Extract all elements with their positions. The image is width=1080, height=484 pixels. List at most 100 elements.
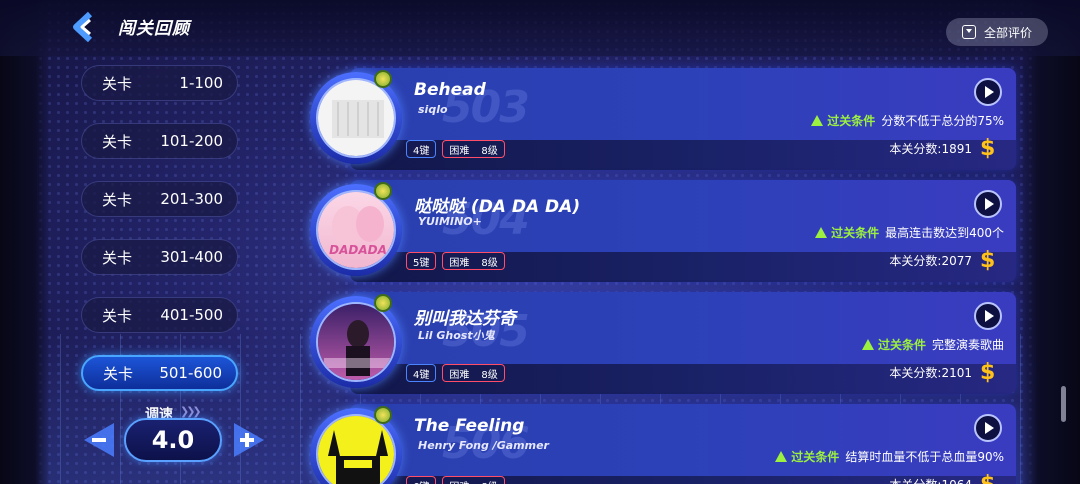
song-tags: 4键 困难 8级 <box>406 364 505 382</box>
plus-arrow-icon <box>234 423 264 457</box>
song-artist: YUIMINO+ <box>418 215 482 228</box>
difficulty-tag: 困难 8级 <box>442 140 505 158</box>
difficulty-tag: 困难 8级 <box>442 476 505 484</box>
speed-value: 4.0 <box>151 426 195 454</box>
level-text: 8级 <box>481 257 498 269</box>
right-edge-shade <box>1020 0 1080 484</box>
level-score: 本关分数:1064 <box>889 476 972 484</box>
album-cover: DADADA <box>316 190 396 270</box>
range-tab-301-400[interactable]: 关卡 301-400 <box>81 239 238 275</box>
level-score: 本关分数:2077 <box>889 254 972 268</box>
medal-icon <box>374 406 392 424</box>
page-title: 闯关回顾 <box>118 19 190 39</box>
difficulty-text: 困难 <box>449 478 469 484</box>
range-label: 关卡 <box>102 74 133 93</box>
album-cover <box>316 414 396 484</box>
range-label: 关卡 <box>102 190 133 209</box>
song-title: The Feeling <box>414 416 525 436</box>
song-card[interactable]: 505 别叫我达芬奇 Lil Ghost小鬼 过关条件 完整演奏歌曲 4键 困难… <box>310 292 1016 394</box>
left-edge-shade <box>0 0 50 484</box>
pass-condition: 过关条件 分数不低于总分的75% <box>811 112 1004 129</box>
warning-icon <box>775 451 788 462</box>
condition-text: 结算时血量不低于总血量90% <box>845 450 1004 464</box>
range-value: 201-300 <box>160 190 223 208</box>
play-button[interactable] <box>974 302 1002 330</box>
range-value: 1-100 <box>179 74 223 92</box>
range-label: 关卡 <box>102 248 133 267</box>
keys-tag: 5键 <box>406 252 437 270</box>
coin-icon: $ <box>980 474 1002 484</box>
keys-tag: 4键 <box>406 140 437 158</box>
album-cover <box>316 302 396 382</box>
difficulty-text: 困难 <box>449 369 470 381</box>
pass-condition: 过关条件 最高连击数达到400个 <box>815 224 1004 241</box>
keys-tag: 6键 <box>406 476 437 484</box>
range-label: 关卡 <box>102 132 133 151</box>
range-tab-101-200[interactable]: 关卡 101-200 <box>81 123 238 159</box>
play-button[interactable] <box>974 78 1002 106</box>
range-tab-201-300[interactable]: 关卡 201-300 <box>81 181 238 217</box>
coin-icon: $ <box>980 136 996 161</box>
song-card[interactable]: 503 Behead siqlo 过关条件 分数不低于总分的75% 4键 困难 8… <box>310 68 1016 170</box>
condition-text: 分数不低于总分的75% <box>881 114 1004 128</box>
back-button[interactable] <box>68 10 102 44</box>
condition-label-wrap: 过关条件 <box>815 224 879 241</box>
condition-label: 过关条件 <box>827 114 876 128</box>
range-tab-401-500[interactable]: 关卡 401-500 <box>81 297 238 333</box>
scrollbar[interactable] <box>1061 386 1066 422</box>
range-label: 关卡 <box>103 364 134 383</box>
condition-label-wrap: 过关条件 <box>811 112 875 129</box>
range-tab-1-100[interactable]: 关卡 1-100 <box>81 65 238 101</box>
condition-text: 完整演奏歌曲 <box>931 338 1004 352</box>
condition-label: 过关条件 <box>831 226 880 240</box>
song-title: 别叫我达芬奇 <box>414 309 516 329</box>
range-label: 关卡 <box>102 306 133 325</box>
warning-icon <box>811 115 824 126</box>
chevrons-right-icon: ❯❯❯ <box>180 405 202 418</box>
coin-icon: $ <box>980 248 996 273</box>
medal-icon <box>374 294 392 312</box>
speed-value-display: 4.0 <box>124 418 222 462</box>
all-reviews-button[interactable]: 全部评价 <box>946 18 1048 46</box>
level-score: 本关分数:2101 <box>889 366 972 380</box>
speed-decrease-button[interactable] <box>80 421 116 459</box>
pass-condition: 过关条件 完整演奏歌曲 <box>861 336 1004 353</box>
song-title: 哒哒哒 (DA DA DA) <box>414 197 581 217</box>
condition-label-wrap: 过关条件 <box>775 448 839 465</box>
medal-icon <box>374 70 392 88</box>
song-tags: 5键 困难 8级 <box>406 252 505 270</box>
song-card[interactable]: 506 The Feeling Henry Fong /Gammer 过关条件 … <box>310 404 1016 484</box>
difficulty-text: 困难 <box>449 145 470 157</box>
condition-label: 过关条件 <box>877 338 926 352</box>
pass-condition: 过关条件 结算时血量不低于总血量90% <box>775 448 1004 465</box>
warning-icon <box>815 227 828 238</box>
level-score: 本关分数:1891 <box>889 142 972 156</box>
play-button[interactable] <box>974 190 1002 218</box>
dropdown-box-icon <box>962 25 976 39</box>
condition-label: 过关条件 <box>791 450 840 464</box>
play-button[interactable] <box>974 414 1002 442</box>
difficulty-tag: 困难 8级 <box>442 364 505 382</box>
speed-increase-button[interactable] <box>232 421 268 459</box>
coin-icon: $ <box>980 360 996 385</box>
range-tab-501-600[interactable]: 关卡 501-600 <box>81 355 238 391</box>
back-arrow-icon <box>73 11 93 43</box>
difficulty-tag: 困难 8级 <box>442 252 505 270</box>
condition-text: 最高连击数达到400个 <box>885 226 1004 240</box>
level-text: 8级 <box>481 478 497 484</box>
range-value: 101-200 <box>160 132 223 150</box>
song-card[interactable]: 504 DADADA 哒哒哒 (DA DA DA) YUIMINO+ 过关条件 … <box>310 180 1016 282</box>
range-value: 501-600 <box>159 364 222 382</box>
all-reviews-label: 全部评价 <box>984 25 1033 40</box>
header-bar: 闯关回顾 全部评价 <box>0 0 1080 56</box>
song-artist: Henry Fong /Gammer <box>418 439 549 452</box>
range-value: 401-500 <box>160 306 223 324</box>
difficulty-text: 困难 <box>449 257 470 269</box>
album-cover <box>316 78 396 158</box>
song-artist: siqlo <box>418 103 448 116</box>
song-artist: Lil Ghost小鬼 <box>418 329 495 342</box>
cover-text: DADADA <box>329 243 387 257</box>
warning-icon <box>861 339 874 350</box>
condition-label-wrap: 过关条件 <box>861 336 926 353</box>
minus-arrow-icon <box>84 423 114 457</box>
